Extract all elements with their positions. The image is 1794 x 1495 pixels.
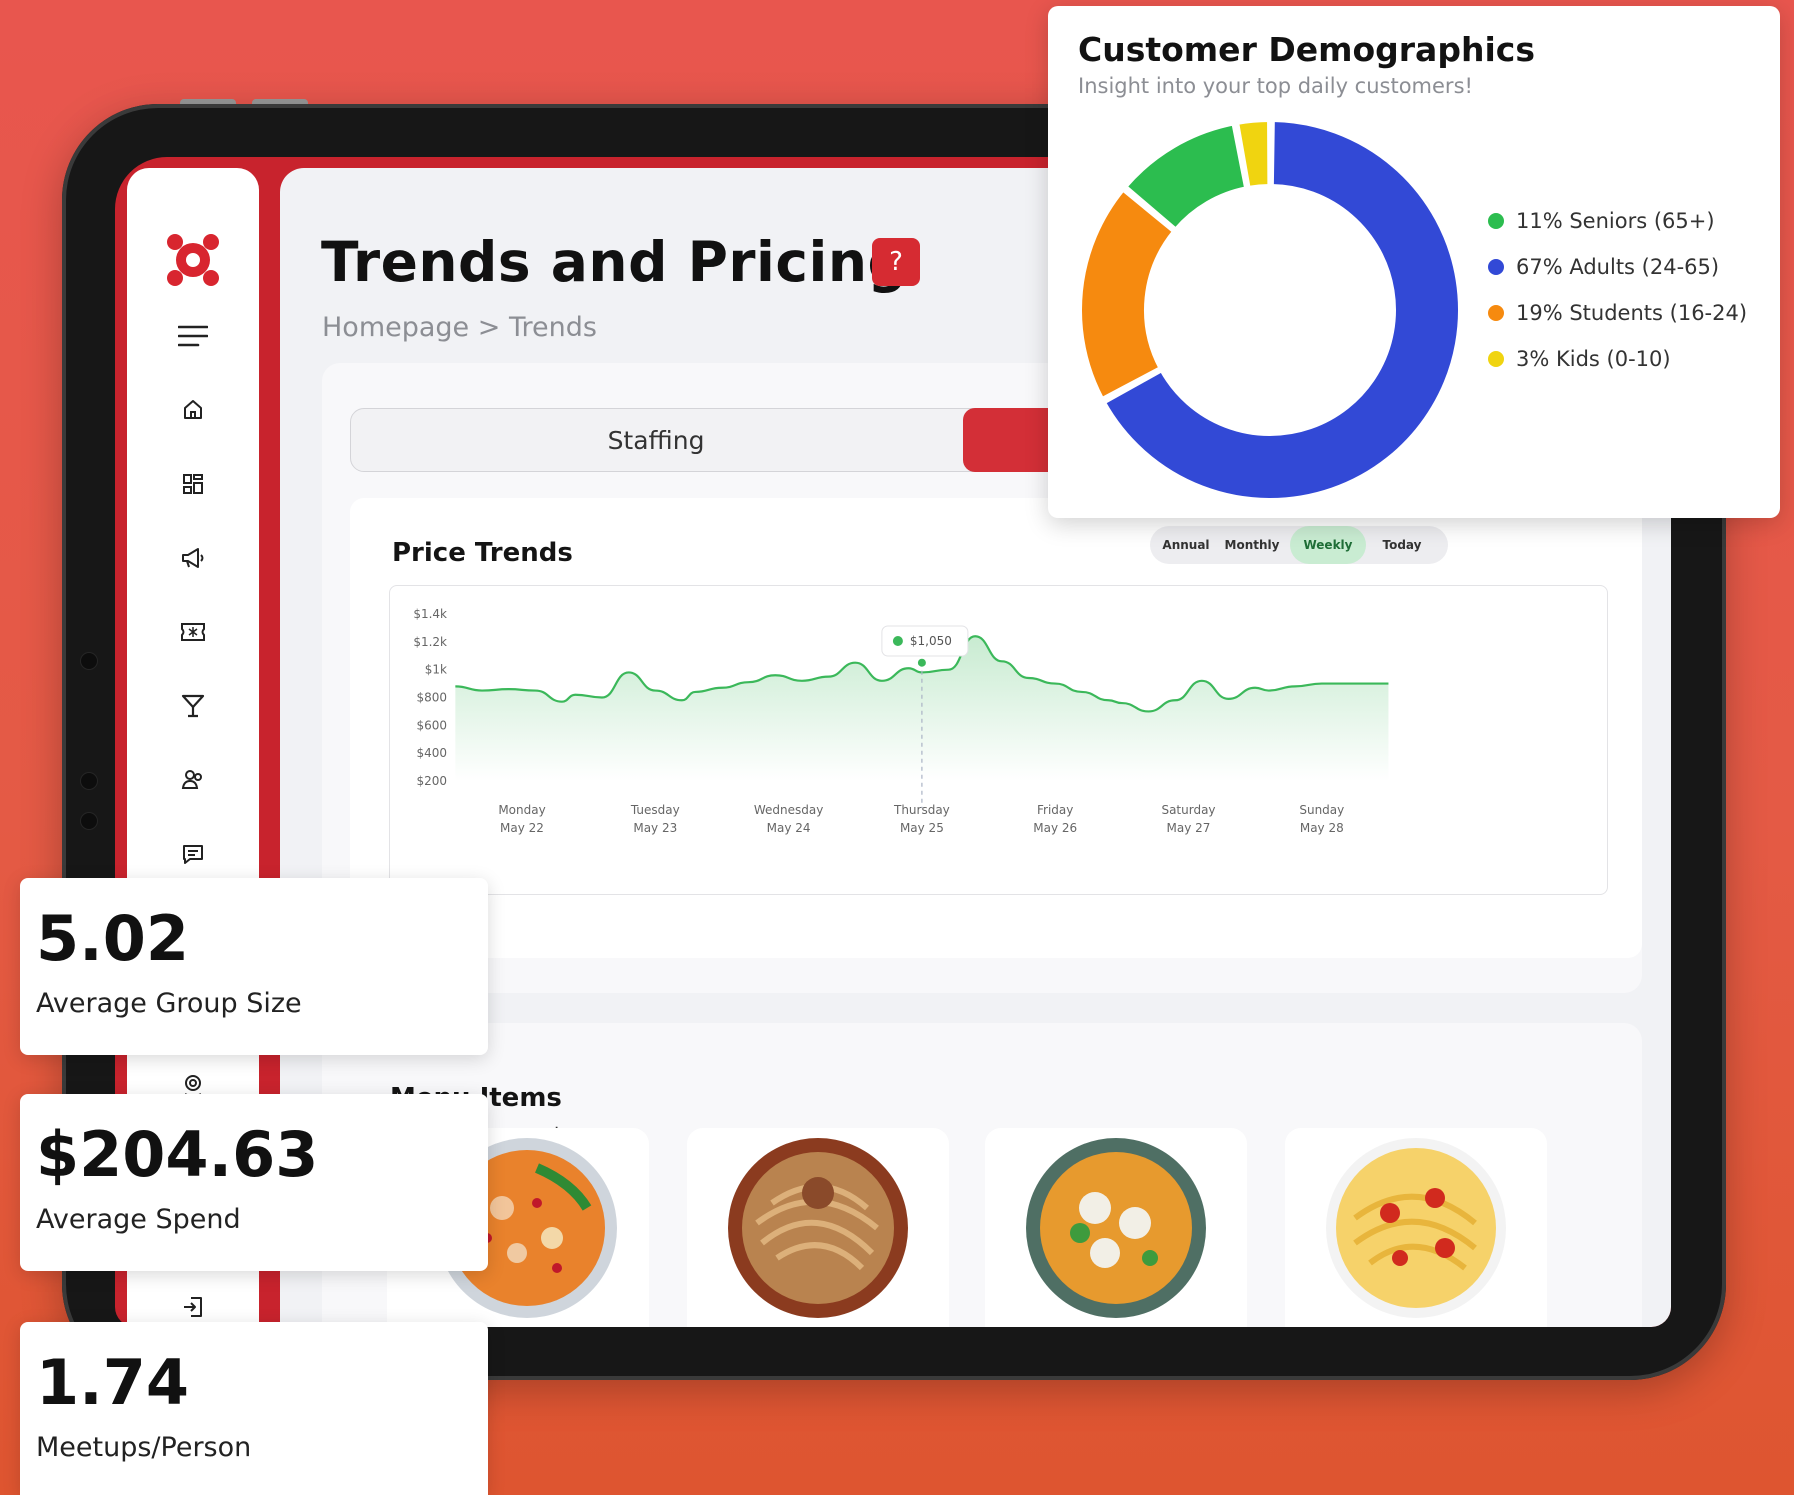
x-tick-label: Friday bbox=[1037, 803, 1073, 817]
y-tick-label: $400 bbox=[416, 746, 447, 760]
cocktail-icon[interactable] bbox=[171, 684, 215, 728]
stat-card-group-size: 5.02 Average Group Size bbox=[20, 878, 488, 1055]
legend-item: 67% Adults (24-65) bbox=[1488, 252, 1719, 282]
x-tick-label: Sunday bbox=[1299, 803, 1344, 817]
legend-item: 11% Seniors (65+) bbox=[1488, 206, 1715, 236]
x-tick-label: Saturday bbox=[1161, 803, 1215, 817]
y-tick-label: $200 bbox=[416, 774, 447, 788]
price-trends-chart: $1.4k $1.2k $1k $800 $600 $400 $200 Monday May 2… bbox=[413, 607, 1389, 835]
demographics-title: Customer Demographics bbox=[1078, 30, 1535, 69]
x-tick-label: May 22 bbox=[500, 821, 544, 835]
menu-item-card[interactable] bbox=[1285, 1128, 1547, 1327]
price-trends-title: Price Trends bbox=[392, 538, 573, 568]
menu-items-card: Menu Items order placements bbox=[322, 1023, 1642, 1327]
dish-image bbox=[1026, 1138, 1206, 1318]
camera-dot bbox=[80, 772, 98, 790]
megaphone-icon[interactable] bbox=[171, 536, 215, 580]
stat-value: 5.02 bbox=[36, 902, 189, 975]
x-tick-label: May 23 bbox=[633, 821, 677, 835]
x-tick-label: Thursday bbox=[893, 803, 950, 817]
stat-label: Meetups/Person bbox=[36, 1432, 252, 1463]
highlight-point bbox=[915, 656, 928, 669]
price-chart-frame: $1.4k $1.2k $1k $800 $600 $400 $200 Monday May 2… bbox=[389, 585, 1608, 895]
tooltip-dot bbox=[892, 636, 903, 646]
x-tick-label: May 27 bbox=[1167, 821, 1211, 835]
stat-label: Average Spend bbox=[36, 1204, 241, 1235]
help-button[interactable]: ? bbox=[872, 238, 920, 286]
ticket-icon[interactable] bbox=[171, 610, 215, 654]
home-icon[interactable] bbox=[171, 388, 215, 432]
x-tick-label: Wednesday bbox=[754, 803, 823, 817]
legend-label: 67% Adults (24-65) bbox=[1516, 255, 1720, 279]
x-tick-label: Monday bbox=[498, 803, 545, 817]
chat-icon[interactable] bbox=[171, 832, 215, 876]
legend-dot bbox=[1488, 305, 1504, 321]
stat-card-average-spend: $204.63 Average Spend bbox=[20, 1094, 488, 1271]
legend-label: 19% Students (16-24) bbox=[1516, 301, 1748, 325]
range-selector: Annual Monthly Weekly Today bbox=[1150, 526, 1448, 564]
legend-label: 3% Kids (0-10) bbox=[1516, 347, 1671, 371]
x-tick-label: May 25 bbox=[900, 821, 944, 835]
legend-dot bbox=[1488, 351, 1504, 367]
y-tick-label: $1.2k bbox=[413, 635, 447, 649]
page-title: Trends and Pricing bbox=[321, 230, 908, 294]
menu-item-card[interactable] bbox=[985, 1128, 1247, 1327]
tab-staffing[interactable]: Staffing bbox=[351, 409, 961, 471]
legend-dot bbox=[1488, 213, 1504, 229]
y-tick-label: $1k bbox=[425, 663, 447, 677]
range-monthly[interactable]: Monthly bbox=[1218, 526, 1286, 564]
legend-item: 19% Students (16-24) bbox=[1488, 298, 1747, 328]
legend-dot bbox=[1488, 259, 1504, 275]
demographics-donut-chart bbox=[1078, 118, 1462, 502]
price-trends-card: Price Trends Annual Monthly Weekly Today bbox=[350, 498, 1642, 958]
y-tick-label: $800 bbox=[416, 691, 447, 705]
users-icon[interactable] bbox=[171, 758, 215, 802]
y-tick-label: $1.4k bbox=[413, 607, 447, 621]
demographics-subtitle: Insight into your top daily customers! bbox=[1078, 74, 1473, 98]
dish-image bbox=[728, 1138, 908, 1318]
x-tick-label: Tuesday bbox=[630, 803, 680, 817]
legend-item: 3% Kids (0-10) bbox=[1488, 344, 1671, 374]
y-tick-label: $600 bbox=[416, 718, 447, 732]
camera-dot bbox=[80, 812, 98, 830]
legend-label: 11% Seniors (65+) bbox=[1516, 209, 1715, 233]
stat-card-meetups: 1.74 Meetups/Person bbox=[20, 1322, 488, 1495]
x-tick-label: May 26 bbox=[1033, 821, 1077, 835]
range-today[interactable]: Today bbox=[1370, 526, 1434, 564]
camera-dot bbox=[80, 652, 98, 670]
customer-demographics-card: Customer Demographics Insight into your … bbox=[1048, 6, 1780, 518]
stat-value: $204.63 bbox=[36, 1118, 319, 1191]
donut-slice bbox=[1078, 186, 1177, 402]
menu-icon[interactable] bbox=[171, 314, 215, 358]
stat-label: Average Group Size bbox=[36, 988, 302, 1019]
breadcrumb[interactable]: Homepage > Trends bbox=[322, 312, 597, 343]
page: { "page": { "title": "Trends and Pricing… bbox=[0, 0, 1794, 1495]
dashboard-icon[interactable] bbox=[171, 462, 215, 506]
logout-icon[interactable] bbox=[171, 1285, 215, 1327]
dish-image bbox=[1326, 1138, 1506, 1318]
tooltip-value: $1,050 bbox=[910, 634, 952, 648]
x-tick-label: May 24 bbox=[767, 821, 811, 835]
range-weekly[interactable]: Weekly bbox=[1290, 526, 1366, 564]
range-annual[interactable]: Annual bbox=[1156, 526, 1216, 564]
x-tick-label: May 28 bbox=[1300, 821, 1344, 835]
menu-item-card[interactable] bbox=[687, 1128, 949, 1327]
stat-value: 1.74 bbox=[36, 1346, 189, 1419]
logo-icon[interactable] bbox=[165, 232, 221, 288]
